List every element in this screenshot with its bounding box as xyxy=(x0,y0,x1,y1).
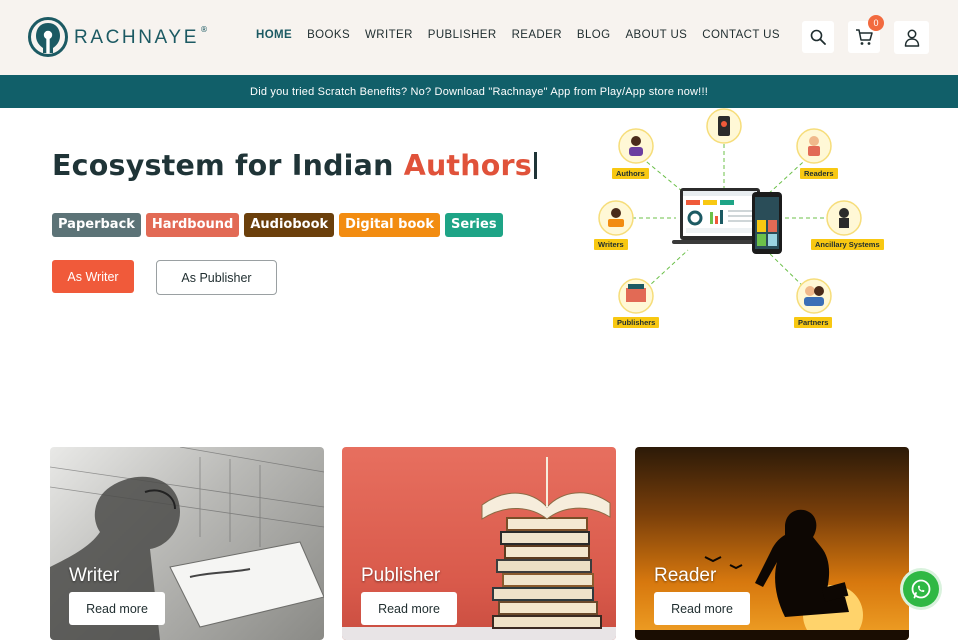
nav-books[interactable]: BOOKS xyxy=(307,29,350,41)
hero-title-accent: Authors xyxy=(403,149,532,182)
reader-card-title: Reader xyxy=(654,565,717,586)
nav-about-us[interactable]: ABOUT US xyxy=(625,29,687,41)
tag-digital-book: Digital book xyxy=(339,213,440,237)
brand-registered-mark: ® xyxy=(199,24,208,34)
hero-title-prefix: Ecosystem for Indian xyxy=(52,149,404,182)
account-button[interactable] xyxy=(894,21,929,54)
search-button[interactable] xyxy=(802,21,834,53)
nav-reader[interactable]: READER xyxy=(512,29,562,41)
nav-home[interactable]: HOME xyxy=(256,29,292,41)
reader-card[interactable]: Reader Read more xyxy=(635,447,909,640)
tag-audiobook: Audiobook xyxy=(244,213,335,237)
nav-blog[interactable]: BLOG xyxy=(577,29,611,41)
eco-label-partners: Partners xyxy=(794,317,833,328)
as-writer-button[interactable]: As Writer xyxy=(52,260,134,293)
format-tags: Paperback Hardbound Audiobook Digital bo… xyxy=(52,213,508,237)
announcement-text: Did you tried Scratch Benefits? No? Down… xyxy=(250,85,708,98)
publisher-read-more-button[interactable]: Read more xyxy=(361,592,457,625)
hero-title: Ecosystem for Indian Authors xyxy=(52,149,537,182)
whatsapp-chat-button[interactable] xyxy=(903,571,939,607)
eco-label-writers: Writers xyxy=(594,239,628,250)
tag-series: Series xyxy=(444,213,503,237)
user-icon xyxy=(904,29,919,47)
nav-publisher[interactable]: PUBLISHER xyxy=(428,29,497,41)
ecosystem-illustration xyxy=(598,108,862,314)
brand-name: RACHNAYE xyxy=(74,26,199,48)
eco-label-authors: Authors xyxy=(612,168,649,179)
main-nav: HOME BOOKS WRITER PUBLISHER READER BLOG … xyxy=(256,29,795,41)
announcement-bar[interactable]: Did you tried Scratch Benefits? No? Down… xyxy=(0,75,958,108)
ecosystem-diagram: Authors Readers Writers Ancillary System… xyxy=(588,108,893,333)
nav-contact-us[interactable]: CONTACT US xyxy=(702,29,780,41)
tag-hardbound: Hardbound xyxy=(145,213,240,237)
cart-count-badge: 0 xyxy=(868,15,884,31)
writer-card[interactable]: Writer Read more xyxy=(50,447,324,640)
publisher-card[interactable]: Publisher Read more xyxy=(342,447,616,640)
nav-writer[interactable]: WRITER xyxy=(365,29,413,41)
publisher-card-title: Publisher xyxy=(361,565,441,586)
reader-read-more-button[interactable]: Read more xyxy=(654,592,750,625)
logo-mark-icon xyxy=(28,17,68,57)
site-header: RACHNAYE ® HOME BOOKS WRITER PUBLISHER R… xyxy=(0,0,958,75)
eco-label-readers: Readers xyxy=(800,168,838,179)
whatsapp-icon xyxy=(911,579,931,599)
writer-read-more-button[interactable]: Read more xyxy=(69,592,165,625)
writer-card-title: Writer xyxy=(69,565,120,586)
eco-label-ancillary-systems: Ancillary Systems xyxy=(811,239,884,250)
typing-cursor xyxy=(533,152,537,179)
eco-label-publishers: Publishers xyxy=(613,317,660,328)
tag-paperback: Paperback xyxy=(52,213,141,237)
cart-icon xyxy=(856,29,873,45)
search-icon xyxy=(810,29,826,45)
brand-logo[interactable]: RACHNAYE ® xyxy=(28,17,208,57)
as-publisher-button[interactable]: As Publisher xyxy=(156,260,277,295)
